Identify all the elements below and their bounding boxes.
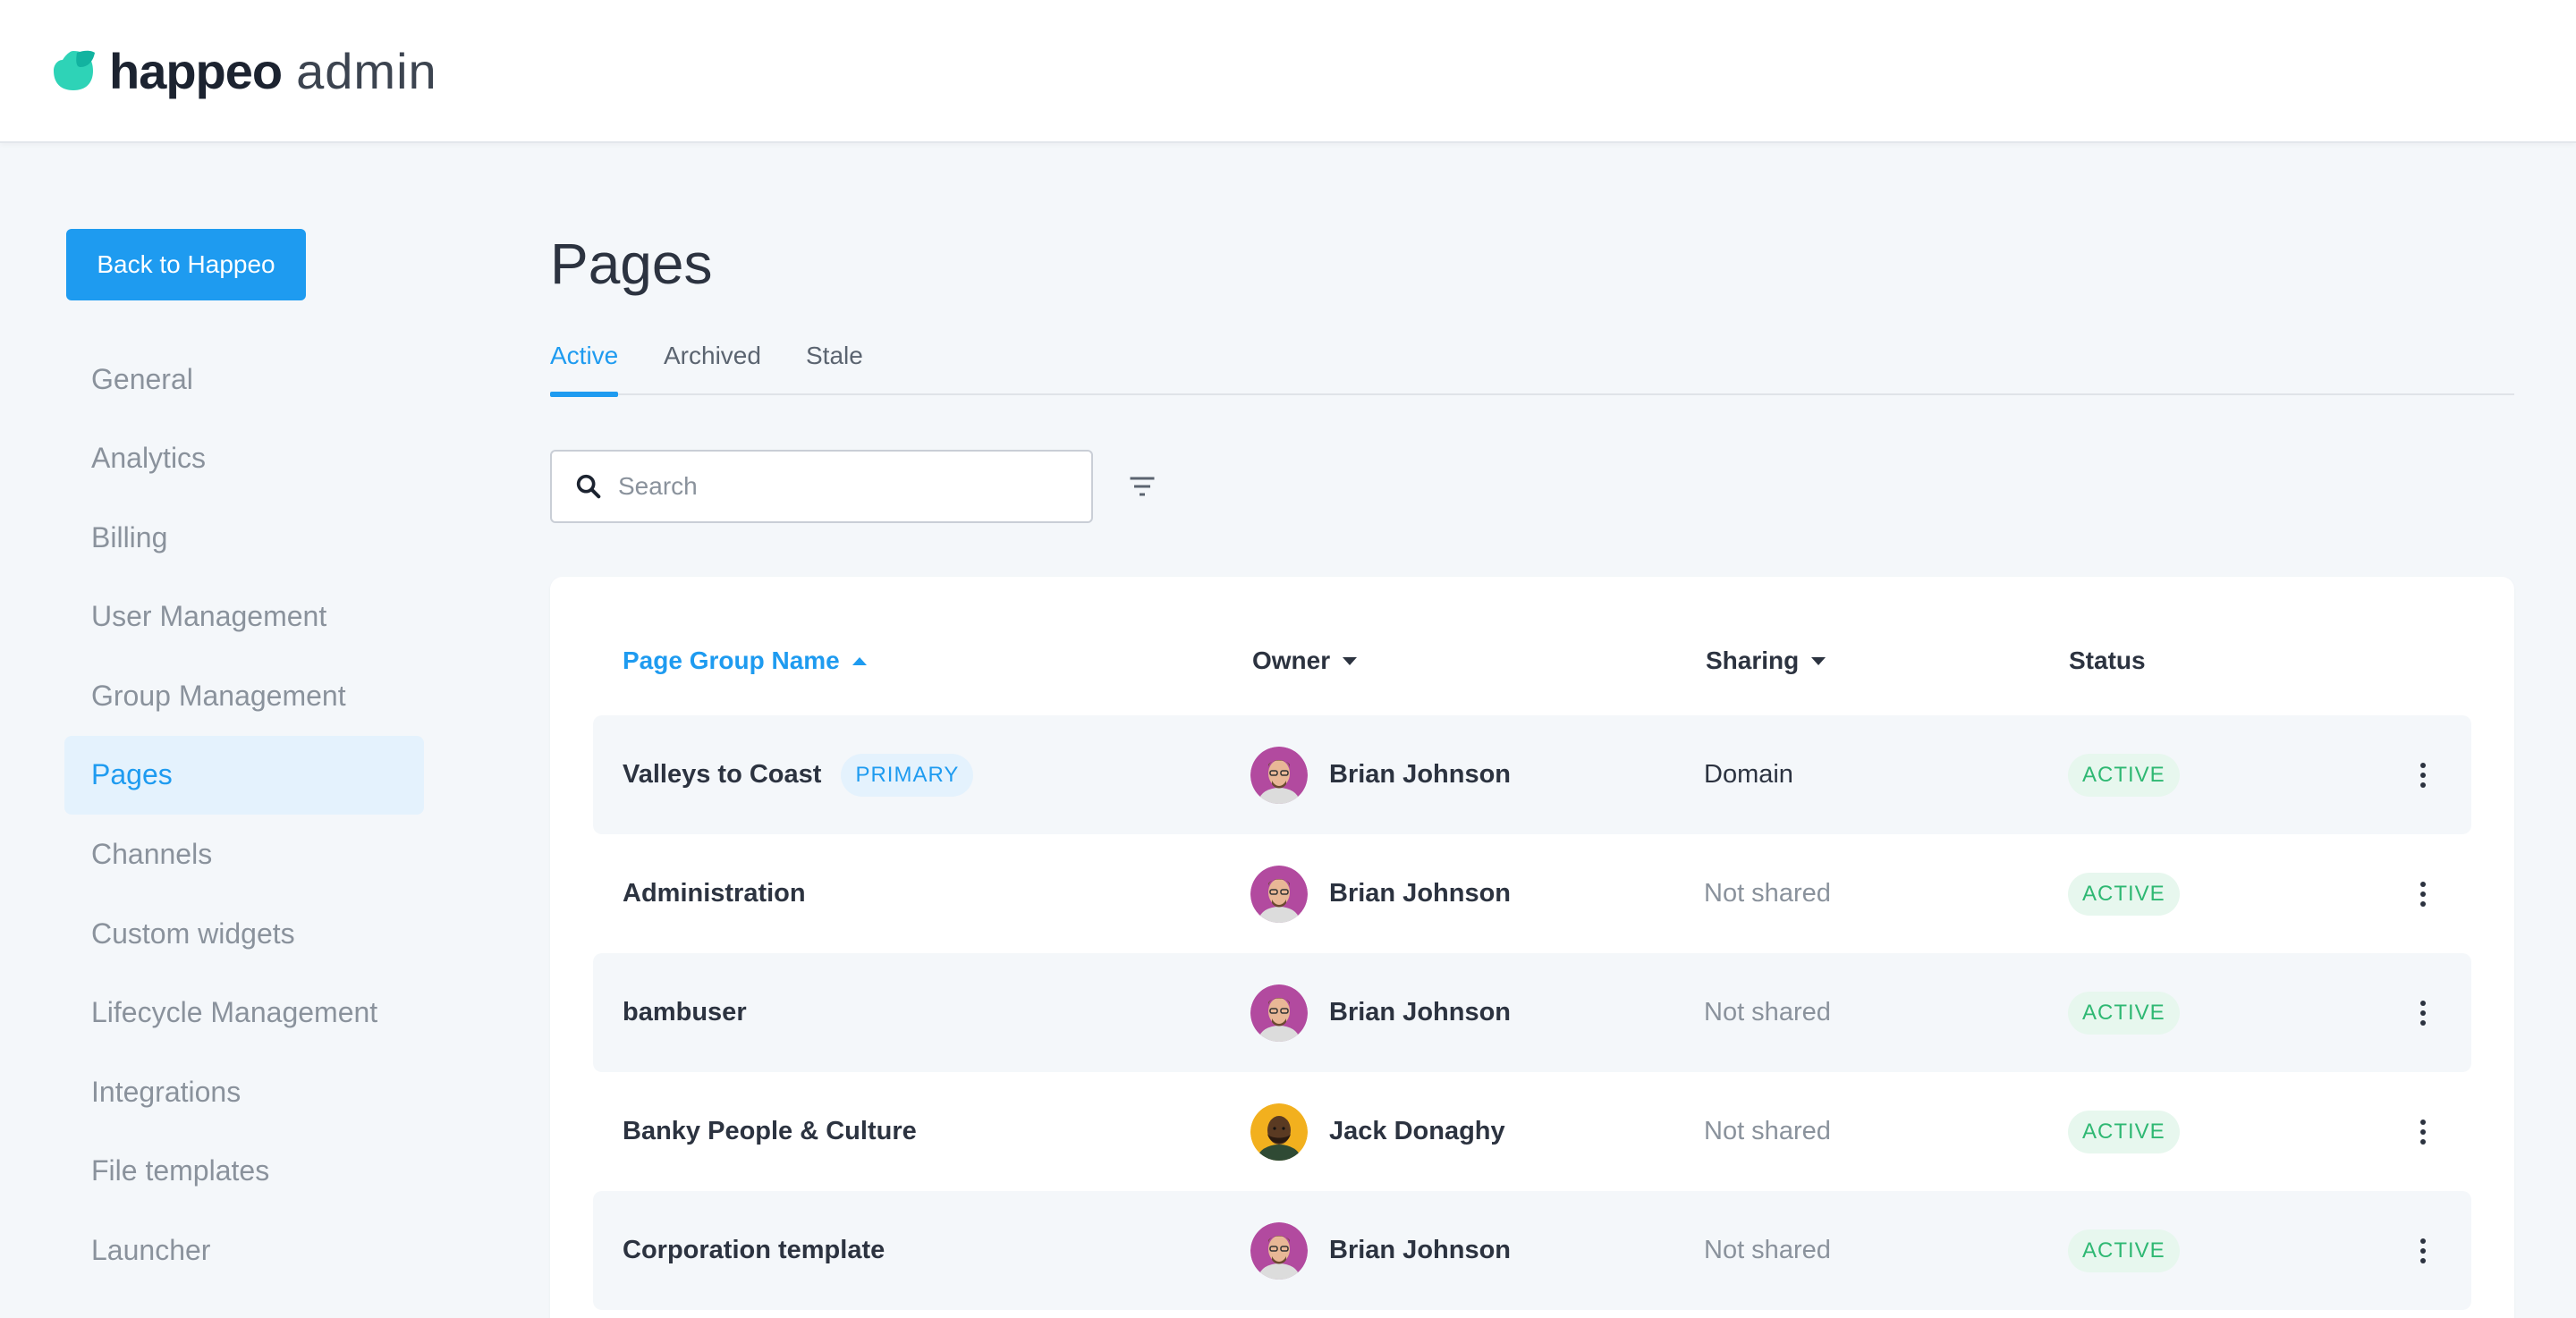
page-group-name-text: Corporation template — [623, 1236, 886, 1264]
page-group-name: bambuser — [623, 998, 747, 1027]
sidebar-nav: General Analytics Billing User Managemen… — [64, 340, 424, 1290]
column-header-label: Sharing — [1706, 646, 1800, 674]
sidebar-item-channels[interactable]: Channels — [64, 815, 424, 894]
owner-cell: Brian Johnson — [1250, 984, 1511, 1042]
sharing-cell: Not shared — [1704, 998, 1831, 1027]
column-header-label: Page Group Name — [623, 646, 840, 674]
sharing-cell: Not shared — [1704, 879, 1831, 908]
avatar — [1250, 984, 1308, 1042]
tab-bar: Active Archived Stale — [550, 342, 2514, 397]
more-vertical-icon — [2420, 1000, 2426, 1026]
avatar — [1250, 1103, 1308, 1161]
column-header-label: Owner — [1252, 646, 1331, 674]
avatar — [1250, 1221, 1308, 1280]
avatar — [1250, 746, 1308, 804]
page-group-name: Corporation template — [623, 1236, 885, 1265]
sidebar: Back to Happeo General Analytics Billing… — [0, 143, 483, 1318]
page-group-name: Administration — [623, 879, 806, 908]
sidebar-item-billing[interactable]: Billing — [64, 498, 424, 577]
table-row[interactable]: Valleys to Coast PRIMARY Brian Johnson D… — [593, 715, 2471, 834]
owner-name: Brian Johnson — [1329, 998, 1512, 1027]
more-vertical-icon — [2420, 762, 2426, 788]
status-badge: ACTIVE — [2068, 872, 2180, 916]
page-group-name-text: Valleys to Coast — [623, 760, 822, 789]
column-header-status: Status — [2069, 634, 2146, 688]
owner-name: Brian Johnson — [1329, 879, 1512, 908]
pages-table-card: Page Group Name Owner Sharing Status Val… — [550, 577, 2514, 1318]
page-title: Pages — [550, 232, 713, 296]
sort-ascending-icon — [852, 656, 867, 665]
brand-suffix: admin — [296, 42, 437, 99]
status-badge: ACTIVE — [2068, 753, 2180, 797]
table-body: Valleys to Coast PRIMARY Brian Johnson D… — [593, 715, 2471, 1310]
status-badge: ACTIVE — [2068, 991, 2180, 1035]
more-vertical-icon — [2420, 1238, 2426, 1263]
sidebar-item-custom-widgets[interactable]: Custom widgets — [64, 894, 424, 973]
sidebar-item-file-templates[interactable]: File templates — [64, 1132, 424, 1211]
sidebar-item-general[interactable]: General — [64, 340, 424, 418]
caret-down-icon — [1343, 656, 1358, 665]
top-bar: happeo admin — [0, 0, 2576, 143]
table-row[interactable]: bambuser Brian Johnson Not shared ACTIVE — [593, 953, 2471, 1072]
owner-cell: Brian Johnson — [1250, 865, 1512, 923]
status-badge: ACTIVE — [2068, 1110, 2180, 1153]
more-vertical-icon — [2420, 1119, 2426, 1145]
owner-cell: Brian Johnson — [1250, 746, 1512, 804]
sidebar-item-lifecycle-management[interactable]: Lifecycle Management — [64, 974, 424, 1052]
happeo-leaf-icon — [54, 50, 95, 90]
owner-name: Brian Johnson — [1329, 760, 1512, 789]
filter-icon[interactable] — [1126, 470, 1158, 503]
sidebar-item-pages[interactable]: Pages — [64, 735, 424, 815]
column-header-page-group-name[interactable]: Page Group Name — [623, 634, 867, 688]
sidebar-item-group-management[interactable]: Group Management — [64, 656, 424, 735]
column-header-owner[interactable]: Owner — [1252, 634, 1358, 688]
table-header: Page Group Name Owner Sharing Status — [550, 634, 2514, 688]
sidebar-item-user-management[interactable]: User Management — [64, 578, 424, 656]
search-input[interactable] — [618, 472, 1065, 501]
page-group-name-text: Administration — [623, 879, 806, 908]
page-group-name-text: bambuser — [623, 998, 747, 1027]
avatar — [1250, 865, 1308, 923]
table-row[interactable]: Banky People & Culture Jack Donaghy Not … — [593, 1072, 2471, 1191]
sharing-cell: Not shared — [1704, 1236, 1831, 1264]
page-group-name-text: Banky People & Culture — [623, 1117, 917, 1145]
more-options-button[interactable] — [2405, 876, 2441, 912]
owner-name: Brian Johnson — [1329, 1236, 1512, 1264]
sharing-cell: Domain — [1704, 760, 1793, 789]
tab-active[interactable]: Active — [550, 342, 619, 397]
caret-down-icon — [1811, 656, 1826, 665]
more-options-button[interactable] — [2405, 1114, 2441, 1150]
table-row[interactable]: Corporation template Brian Johnson Not s… — [593, 1191, 2471, 1310]
table-row[interactable]: Administration Brian Johnson Not shared — [593, 834, 2471, 953]
sidebar-item-integrations[interactable]: Integrations — [64, 1052, 424, 1131]
back-to-happeo-button[interactable]: Back to Happeo — [66, 229, 306, 300]
search-box[interactable] — [550, 450, 1093, 523]
owner-cell: Jack Donaghy — [1250, 1103, 1505, 1161]
more-options-button[interactable] — [2405, 757, 2441, 793]
search-icon — [576, 474, 601, 499]
more-options-button[interactable] — [2405, 1233, 2441, 1269]
owner-cell: Brian Johnson — [1250, 1221, 1512, 1280]
brand-name: happeo — [109, 42, 283, 99]
page-group-name: Banky People & Culture — [623, 1117, 917, 1146]
tab-stale[interactable]: Stale — [806, 342, 863, 395]
page-group-name: Valleys to Coast PRIMARY — [623, 753, 974, 797]
more-vertical-icon — [2420, 881, 2426, 907]
column-header-sharing[interactable]: Sharing — [1706, 634, 1826, 688]
column-header-label: Status — [2069, 646, 2146, 674]
status-badge: ACTIVE — [2068, 1229, 2180, 1272]
sharing-cell: Not shared — [1704, 1117, 1831, 1145]
more-options-button[interactable] — [2405, 995, 2441, 1031]
primary-badge: PRIMARY — [841, 753, 974, 797]
owner-name: Jack Donaghy — [1329, 1117, 1505, 1145]
sidebar-item-analytics[interactable]: Analytics — [64, 419, 424, 498]
tab-archived[interactable]: Archived — [664, 342, 761, 395]
sidebar-item-launcher[interactable]: Launcher — [64, 1212, 424, 1290]
